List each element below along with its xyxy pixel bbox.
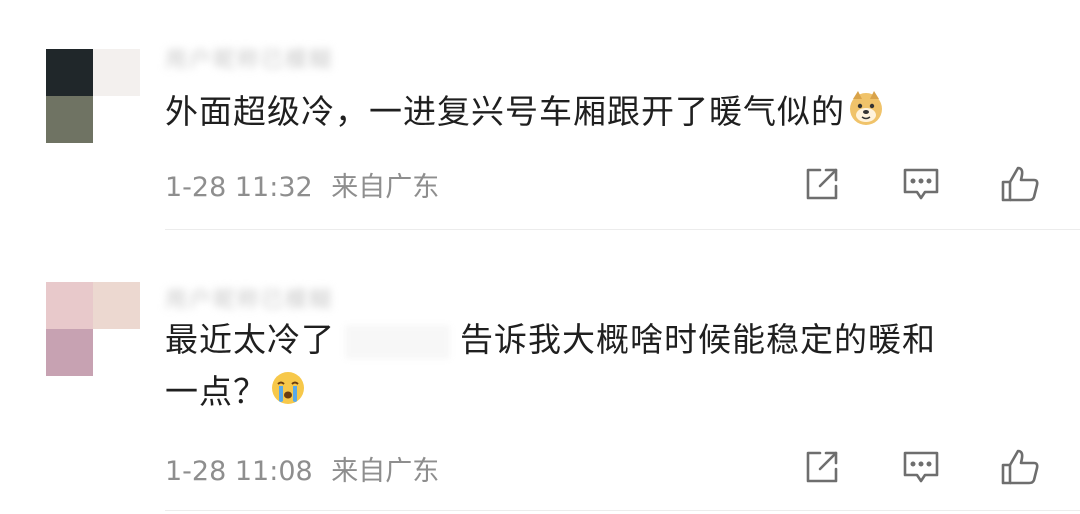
share-icon[interactable]	[800, 162, 844, 206]
like-icon[interactable]	[998, 445, 1042, 489]
location: 来自广东	[331, 172, 440, 203]
comment-text-body: 外面超级冷，一进复兴号车厢跟开了暖气似的	[165, 92, 845, 131]
comment-item: 用户昵称已模糊 最近太冷了 告诉我大概啥时候能稳定的暖和 一点？ 1-28 11:…	[0, 230, 1080, 514]
timestamp: 1-28 11:08	[165, 456, 313, 487]
comment-text: 外面超级冷，一进复兴号车厢跟开了暖气似的	[165, 86, 1045, 142]
comment-text-line2: 一点？	[165, 372, 267, 411]
crying-emoji-icon	[269, 369, 307, 422]
comment-item: 用户昵称已模糊 外面超级冷，一进复兴号车厢跟开了暖气似的 1-28 11:32 …	[0, 0, 1080, 230]
divider	[165, 510, 1080, 511]
share-icon[interactable]	[800, 445, 844, 489]
comment-meta: 1-28 11:08 来自广东	[165, 449, 439, 488]
comment-text-body: 最近太冷了	[165, 320, 335, 359]
comment-icon[interactable]	[899, 162, 943, 206]
doge-emoji-icon	[847, 89, 885, 142]
username[interactable]: 用户昵称已模糊	[165, 282, 333, 314]
like-icon[interactable]	[998, 162, 1042, 206]
avatar[interactable]	[46, 282, 140, 376]
avatar[interactable]	[46, 49, 140, 143]
timestamp: 1-28 11:32	[165, 172, 313, 203]
comment-text-body-continued: 告诉我大概啥时候能稳定的暖和	[460, 320, 936, 359]
username[interactable]: 用户昵称已模糊	[165, 42, 333, 74]
comment-icon[interactable]	[899, 445, 943, 489]
comment-text: 最近太冷了 告诉我大概啥时候能稳定的暖和 一点？	[165, 314, 1045, 422]
comment-meta: 1-28 11:32 来自广东	[165, 165, 439, 204]
blurred-mention	[345, 324, 450, 359]
location: 来自广东	[331, 456, 440, 487]
